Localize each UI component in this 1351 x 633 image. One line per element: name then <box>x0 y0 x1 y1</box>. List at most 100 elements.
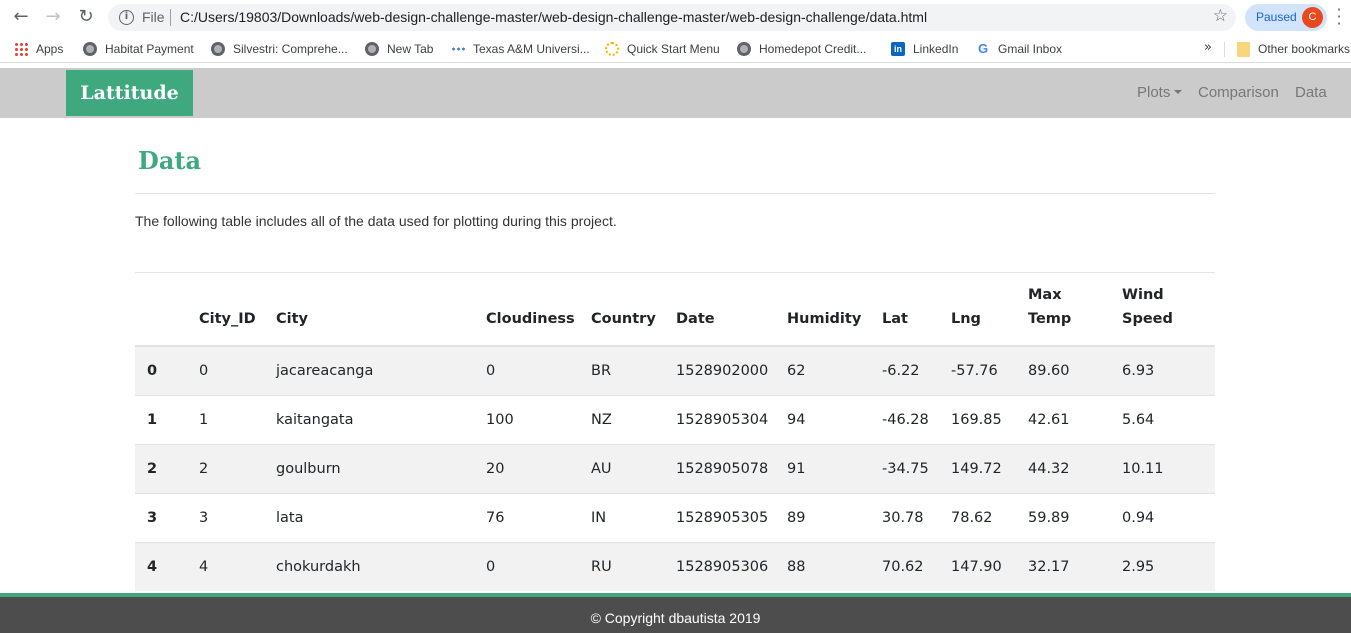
table-cell: 76 <box>486 492 591 542</box>
globe-icon <box>83 42 97 56</box>
column-header: Lat <box>882 273 951 347</box>
folder-icon <box>1237 41 1250 57</box>
bookmark-quick-start[interactable]: Quick Start Menu <box>605 41 720 57</box>
bookmark-star-icon[interactable]: ☆ <box>1213 6 1228 26</box>
bookmark-label: Habitat Payment <box>105 42 194 56</box>
table-cell: 94 <box>787 394 882 444</box>
nav-plots-dropdown[interactable]: Plots <box>1137 84 1183 101</box>
bookmark-label: Texas A&M Universi... <box>473 42 590 56</box>
table-cell: -46.28 <box>882 394 951 444</box>
table-cell: jacareacanga <box>276 345 486 395</box>
column-header: Lng <box>951 273 1028 347</box>
table-cell: 169.85 <box>951 394 1028 444</box>
nav-comparison[interactable]: Comparison <box>1198 84 1279 101</box>
table-header-row: City_ID City Cloudiness Country Date Hum… <box>135 273 1215 347</box>
avatar: C <box>1302 7 1323 28</box>
table-cell: 1 <box>199 394 276 444</box>
table-cell: 78.62 <box>951 492 1028 542</box>
divider <box>135 193 1215 194</box>
table-row: 1 1 kaitangata 100 NZ 1528905304 94 -46.… <box>135 394 1215 444</box>
row-index: 1 <box>135 394 199 444</box>
column-header: City <box>276 273 486 347</box>
tamu-icon <box>451 47 465 51</box>
column-header: Wind Speed <box>1122 273 1215 347</box>
bookmark-label: LinkedIn <box>913 42 959 56</box>
reload-icon[interactable]: ↻ <box>74 6 98 28</box>
brand-logo[interactable]: Lattitude <box>66 70 193 116</box>
column-header: Cloudiness <box>486 273 591 347</box>
table-cell: chokurdakh <box>276 541 486 591</box>
bookmark-apps[interactable]: Apps <box>14 41 63 57</box>
bookmark-gmail[interactable]: G Gmail Inbox <box>976 41 1062 57</box>
address-bar[interactable]: i File C:/Users/19803/Downloads/web-desi… <box>108 4 1236 31</box>
copyright-text: © Copyright dbautista 2019 <box>590 610 761 626</box>
row-index: 3 <box>135 492 199 542</box>
data-table: City_ID City Cloudiness Country Date Hum… <box>135 273 1215 591</box>
google-icon: G <box>977 41 989 56</box>
table-cell: lata <box>276 492 486 542</box>
page-title: Data <box>138 146 201 175</box>
bookmark-label: Apps <box>36 42 64 56</box>
globe-icon <box>211 42 225 56</box>
browser-toolbar: ← → ↻ i File C:/Users/19803/Downloads/we… <box>0 0 1351 35</box>
table-cell: 0 <box>199 345 276 395</box>
table-cell: 88 <box>787 541 882 591</box>
table-cell: kaitangata <box>276 394 486 444</box>
bookmark-label: Quick Start Menu <box>627 42 720 56</box>
forward-icon[interactable]: → <box>41 6 65 28</box>
table-cell: 42.61 <box>1028 394 1122 444</box>
table-cell: 5.64 <box>1122 394 1215 444</box>
table-cell: 0.94 <box>1122 492 1215 542</box>
url-text[interactable]: C:/Users/19803/Downloads/web-design-chal… <box>180 9 927 25</box>
info-icon[interactable]: i <box>119 10 134 25</box>
file-label: File <box>142 9 165 25</box>
other-bookmarks[interactable]: Other bookmarks <box>1237 41 1350 57</box>
column-header: Max Temp <box>1028 273 1122 347</box>
table-cell: -57.76 <box>951 345 1028 395</box>
table-cell: 89.60 <box>1028 345 1122 395</box>
table-cell: AU <box>591 443 676 493</box>
bookmark-linkedin[interactable]: in LinkedIn <box>891 41 958 57</box>
bookmark-new-tab[interactable]: New Tab <box>365 41 433 57</box>
table-cell: 10.11 <box>1122 443 1215 493</box>
table-row: 4 4 chokurdakh 0 RU 1528905306 88 70.62 … <box>135 541 1215 591</box>
bookmark-label: New Tab <box>387 42 434 56</box>
globe-icon <box>365 42 379 56</box>
bookmarks-bar: Apps Habitat Payment Silvestri: Comprehe… <box>0 35 1351 63</box>
table-cell: 0 <box>486 541 591 591</box>
menu-icon[interactable]: · · · <box>1334 2 1344 32</box>
address-separator <box>170 9 171 26</box>
table-cell: 2 <box>199 443 276 493</box>
table-cell: 89 <box>787 492 882 542</box>
table-cell: 1528905078 <box>676 443 787 493</box>
caret-down-icon <box>1174 90 1183 94</box>
bookmark-silvestri[interactable]: Silvestri: Comprehe... <box>211 41 348 57</box>
table-cell: IN <box>591 492 676 542</box>
quick-start-icon <box>605 42 619 56</box>
table-cell: 32.17 <box>1028 541 1122 591</box>
table-cell: 1528905306 <box>676 541 787 591</box>
nav-data[interactable]: Data <box>1295 84 1327 101</box>
bookmark-texas-am[interactable]: Texas A&M Universi... <box>451 41 590 57</box>
bookmark-homedepot[interactable]: Homedepot Credit... <box>737 41 866 57</box>
table-cell: 20 <box>486 443 591 493</box>
profile-status: Paused <box>1256 10 1297 24</box>
apps-grid-icon <box>14 42 28 56</box>
table-row: 3 3 lata 76 IN 1528905305 89 30.78 78.62… <box>135 492 1215 542</box>
column-header: Date <box>676 273 787 347</box>
bookmark-habitat-payment[interactable]: Habitat Payment <box>83 41 194 57</box>
table-cell: 147.90 <box>951 541 1028 591</box>
back-icon[interactable]: ← <box>9 6 33 28</box>
profile-button[interactable]: Paused C <box>1245 4 1327 31</box>
table-cell: 2.95 <box>1122 541 1215 591</box>
table-cell: 1528905305 <box>676 492 787 542</box>
table-cell: NZ <box>591 394 676 444</box>
table-cell: 70.62 <box>882 541 951 591</box>
row-index: 4 <box>135 541 199 591</box>
table-cell: 30.78 <box>882 492 951 542</box>
table-cell: -34.75 <box>882 443 951 493</box>
bookmarks-overflow-icon[interactable]: » <box>1204 40 1212 55</box>
table-cell: 44.32 <box>1028 443 1122 493</box>
footer: © Copyright dbautista 2019 <box>0 593 1351 633</box>
bookmarks-separator <box>1224 42 1225 57</box>
